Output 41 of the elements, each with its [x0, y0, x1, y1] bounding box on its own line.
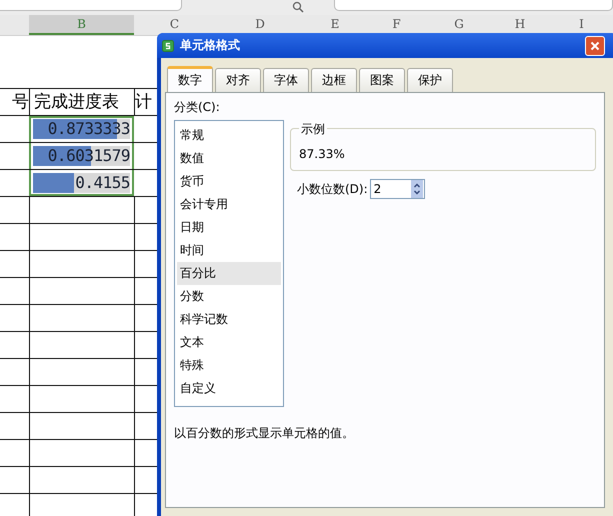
tab[interactable]: 保护 — [407, 68, 453, 92]
list-item[interactable]: 会计专用 — [177, 193, 281, 216]
tab[interactable]: 对齐 — [215, 68, 261, 92]
list-item[interactable]: 分数 — [177, 285, 281, 308]
app-icon — [162, 40, 174, 52]
list-item[interactable]: 科学记数 — [177, 308, 281, 331]
list-item[interactable]: 货币 — [177, 170, 281, 193]
decimal-spinbox[interactable]: 2 — [370, 179, 425, 199]
tab[interactable]: 字体 — [263, 68, 309, 92]
close-button[interactable] — [585, 36, 605, 56]
tab[interactable]: 数字 — [167, 66, 213, 92]
column-header[interactable]: G — [428, 15, 490, 35]
table-cell: 完成进度表 — [30, 89, 135, 115]
list-item[interactable]: 百分比 — [177, 262, 281, 285]
column-header[interactable]: D — [215, 15, 305, 35]
table-cell: 号 — [0, 89, 30, 115]
list-item[interactable]: 文本 — [177, 331, 281, 354]
description-text: 以百分数的形式显示单元格的值。 — [174, 425, 355, 442]
sample-value: 87.33% — [299, 147, 345, 161]
column-header[interactable]: H — [490, 15, 550, 35]
list-item[interactable]: 日期 — [177, 216, 281, 239]
search-icon[interactable] — [292, 1, 304, 13]
tab[interactable]: 图案 — [359, 68, 405, 92]
list-item[interactable]: 常规 — [177, 124, 281, 147]
column-header[interactable]: I — [550, 15, 613, 35]
decimal-label: 小数位数(D): — [297, 180, 368, 198]
column-header[interactable]: F — [365, 15, 428, 35]
group-label: 示例 — [299, 121, 327, 138]
spinner-arrows-icon[interactable] — [410, 180, 423, 198]
window-title: 单元格格式 — [180, 37, 240, 54]
table-cell-text: 0.4155 — [75, 172, 130, 194]
list-item[interactable]: 数值 — [177, 147, 281, 170]
list-item[interactable]: 时间 — [177, 239, 281, 262]
tab[interactable]: 边框 — [311, 68, 357, 92]
category-list[interactable]: 常规 数值 货币 会计专用 日期 时间 百分比 分数 科学记数 文本 特殊 自定义 — [174, 120, 284, 407]
close-icon — [590, 40, 600, 50]
column-header[interactable]: E — [305, 15, 365, 35]
list-item[interactable]: 自定义 — [177, 377, 281, 400]
category-label: 分类(C): — [174, 99, 221, 116]
column-header[interactable]: C — [134, 15, 215, 35]
list-item[interactable]: 特殊 — [177, 354, 281, 377]
